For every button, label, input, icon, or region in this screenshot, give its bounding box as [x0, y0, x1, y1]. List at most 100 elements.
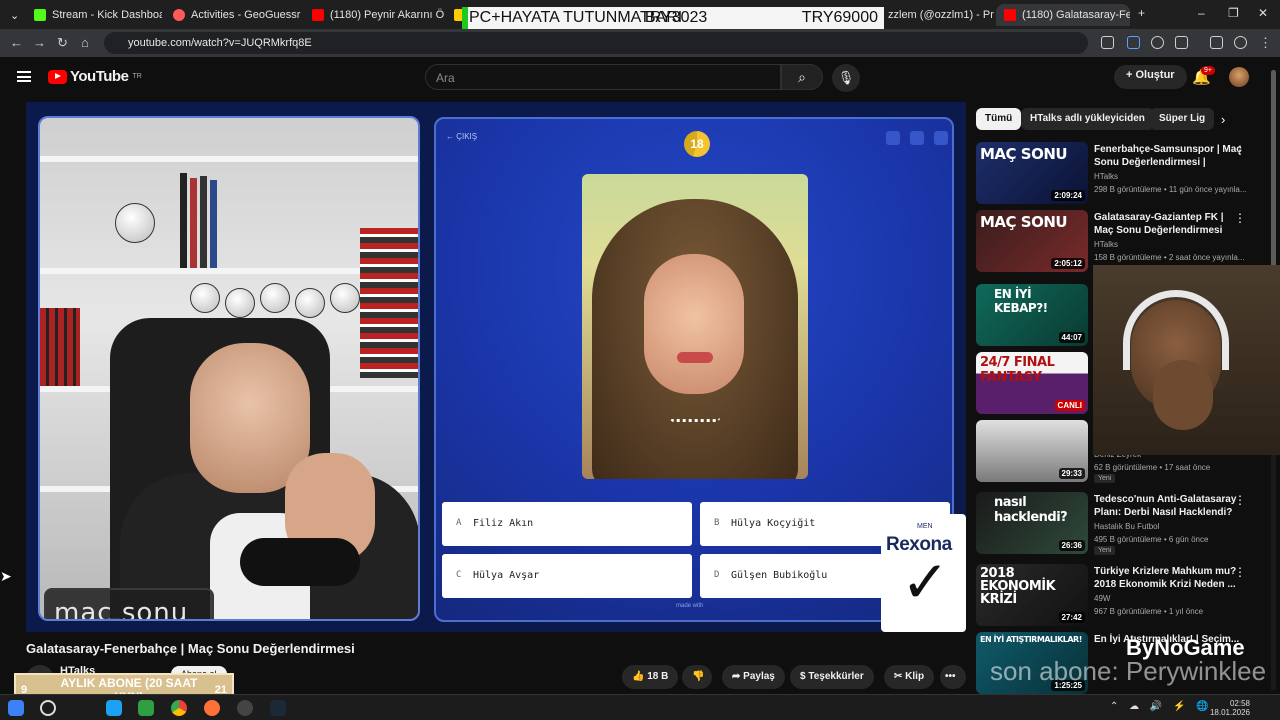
made-with-label: made with — [676, 603, 704, 609]
last-subscriber-text: son abone: Perywinklee — [990, 656, 1267, 686]
app-icon[interactable] — [138, 700, 154, 716]
system-tray-icons[interactable]: ⌃ ☁ 🔊 ⚡ 🌐 — [1110, 701, 1213, 712]
more-actions-button[interactable]: ••• — [940, 665, 966, 689]
address-bar-row: ← → ↻ ⌂ youtube.com/watch?v=JUQRMkrfq8E … — [0, 29, 1280, 57]
search-icon[interactable] — [40, 700, 56, 716]
chip-super-lig[interactable]: Süper Lig — [1150, 108, 1215, 130]
football — [330, 283, 360, 313]
maximize-button[interactable]: ❐ — [1228, 6, 1239, 20]
quiz-exit-button[interactable]: ← ÇIKIŞ — [446, 132, 477, 141]
streamer-webcam-overlay — [1093, 265, 1280, 455]
more-options-icon[interactable]: ⋮ — [1234, 565, 1246, 579]
tab-list-button[interactable]: ⌄ — [2, 4, 22, 26]
shield-icon[interactable] — [1151, 36, 1164, 49]
share-button[interactable]: ➦ Paylaş — [722, 665, 785, 689]
video-title: Galatasaray-Fenerbahçe | Maç Sonu Değerl… — [26, 641, 355, 656]
tab-misc[interactable] — [446, 4, 462, 26]
youtube-play-icon — [48, 69, 67, 84]
video-thumbnail: 2018 EKONOMİK KRİZİ 27:42 — [976, 564, 1088, 626]
chip-all[interactable]: Tümü — [976, 108, 1022, 130]
recommendation-item[interactable]: MAÇ SONU 2:09:24 Fenerbahçe-Samsunspor |… — [976, 142, 1266, 208]
recommendation-item[interactable]: 2018 EKONOMİK KRİZİ 27:42 Türkiye Krizle… — [976, 564, 1266, 630]
reload-icon[interactable]: ↻ — [57, 35, 68, 51]
chrome-icon[interactable] — [171, 700, 187, 716]
notification-count-badge: 9+ — [1201, 66, 1215, 75]
youtube-logo[interactable]: YouTube TR — [48, 68, 142, 85]
mouse-cursor-icon: ➤ — [0, 568, 12, 584]
clip-button[interactable]: ✂ Klip — [884, 665, 935, 689]
app-icon — [454, 9, 462, 21]
football — [225, 288, 255, 318]
book-stack — [360, 228, 418, 378]
extension-icon[interactable] — [1127, 36, 1140, 49]
fullscreen-icon[interactable] — [934, 131, 948, 145]
search-input[interactable]: Ara — [425, 64, 781, 90]
search-button[interactable]: ⌕ — [781, 64, 823, 90]
video-thumbnail: 29:33 — [976, 420, 1088, 482]
video-thumbnail: MAÇ SONU 2:05:12 — [976, 210, 1088, 272]
video-thumbnail: nasıl hacklendi? 26:36 — [976, 492, 1088, 554]
webcam-feed: maç sonu — [38, 116, 420, 621]
book — [210, 180, 217, 268]
hamburger-menu-icon[interactable] — [17, 71, 31, 82]
extension-icon[interactable] — [1101, 36, 1114, 49]
more-options-icon[interactable]: ⋮ — [1234, 143, 1246, 157]
home-icon[interactable]: ⌂ — [81, 35, 89, 50]
thumbs-down-icon: 👎 — [692, 671, 705, 682]
answer-option-a[interactable]: A Filiz Akın — [442, 502, 692, 546]
dislike-button[interactable]: 👎 — [682, 665, 712, 689]
voice-search-button[interactable]: 🎙 — [832, 64, 860, 92]
obs-icon[interactable] — [237, 700, 253, 716]
url-field[interactable]: youtube.com/watch?v=JUQRMkrfq8E — [104, 32, 1088, 54]
quiz-portrait-image — [582, 174, 808, 479]
new-badge: Yeni — [1094, 546, 1116, 555]
sound-icon[interactable] — [886, 131, 900, 145]
share-icon: ➦ — [732, 671, 744, 682]
football — [190, 283, 220, 313]
new-tab-button[interactable]: + — [1138, 6, 1145, 20]
os-taskbar: ⌃ ☁ 🔊 ⚡ 🌐 02:58 18.01.2026 — [0, 694, 1280, 720]
steam-icon[interactable] — [270, 700, 286, 716]
windows-start-icon[interactable] — [8, 700, 24, 716]
tab-geoguessr[interactable]: Activities - GeoGuessr ✕ — [165, 4, 301, 26]
firefox-icon[interactable] — [204, 700, 220, 716]
football — [295, 288, 325, 318]
video-player[interactable]: maç sonu ← ÇIKIŞ 18 A Filiz Akın B Hülya… — [26, 102, 966, 632]
video-thumbnail: 24/7 FINAL FANTASY CANLI — [976, 352, 1088, 414]
flag-icon[interactable] — [910, 131, 924, 145]
back-icon[interactable]: ← — [10, 35, 23, 50]
menu-icon[interactable]: ⋮ — [1259, 35, 1272, 51]
tab-kick-dashboard[interactable]: Stream - Kick Dashboard ✕ — [26, 4, 162, 26]
microphone-icon: 🎙 — [837, 70, 855, 85]
more-options-icon[interactable]: ⋮ — [1234, 493, 1246, 507]
media-icon[interactable] — [1210, 36, 1223, 49]
sponsor-logo: MEN Rexona ✓ — [881, 514, 966, 632]
puzzle-icon[interactable] — [1175, 36, 1188, 49]
profile-icon[interactable] — [1234, 36, 1247, 49]
banner-current-amount: TRY3023 — [640, 9, 708, 26]
close-window-button[interactable]: ✕ — [1258, 6, 1268, 20]
tab-profile[interactable]: zzlem (@ozzlm1) - Pro... ✕ — [880, 4, 994, 26]
more-options-icon[interactable]: ⋮ — [1234, 211, 1246, 225]
like-button[interactable]: 👍 18 B — [622, 665, 678, 689]
youtube-header: YouTube TR Ara ⌕ 🎙 + Oluştur 🔔 — [0, 57, 1280, 99]
search-icon: ⌕ — [798, 69, 806, 85]
create-button[interactable]: + Oluştur — [1114, 65, 1187, 89]
book — [200, 176, 207, 268]
chevron-right-icon[interactable]: › — [1221, 112, 1225, 127]
scissors-icon: ✂ — [894, 671, 906, 682]
answer-option-c[interactable]: C Hülya Avşar — [442, 554, 692, 598]
thanks-button[interactable]: $ Teşekkürler — [790, 665, 874, 689]
chip-from-uploader[interactable]: HTalks adlı yükleyiciden — [1021, 108, 1154, 130]
tab-youtube-active[interactable]: (1180) Galatasaray-Fe... ✕ — [996, 4, 1130, 26]
forward-icon[interactable]: → — [33, 35, 46, 50]
account-avatar[interactable] — [1229, 67, 1249, 87]
recommendation-item[interactable]: nasıl hacklendi? 26:36 Tedesco'nun Anti-… — [976, 492, 1266, 558]
quiz-timer: 18 — [684, 131, 710, 157]
banner-accent — [462, 7, 468, 29]
clock[interactable]: 02:58 18.01.2026 — [1210, 699, 1250, 717]
app-icon[interactable] — [106, 700, 122, 716]
new-badge: Yeni — [1094, 474, 1116, 483]
tab-youtube-1[interactable]: (1180) Peynir Akarını Öğ... — [304, 4, 444, 26]
minimize-button[interactable]: – — [1198, 6, 1205, 20]
